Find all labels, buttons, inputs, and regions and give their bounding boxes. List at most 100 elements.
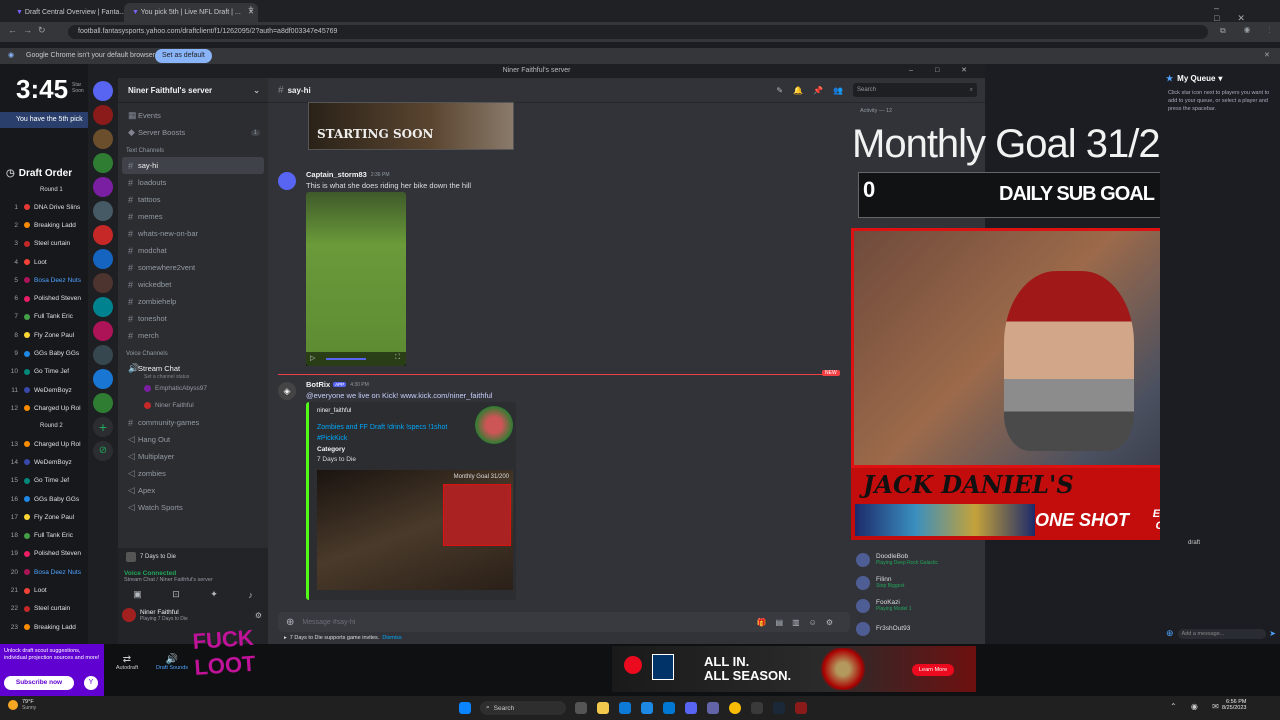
video-controls[interactable]: ▷ ⛶	[306, 352, 406, 366]
draft-order-row[interactable]: 22 Steel curtain	[0, 600, 88, 618]
draft-order-row[interactable]: 4 Loot	[0, 253, 88, 271]
draft-order-row[interactable]: 19 Polished Steven	[0, 545, 88, 563]
server-icon[interactable]	[93, 273, 113, 293]
set-default-button[interactable]: Set as default	[155, 49, 212, 63]
draft-order-row[interactable]: 11 WeDemBoyz	[0, 381, 88, 399]
channel-item-modchat[interactable]: # modchat	[118, 242, 268, 259]
channel-item-wickedbet[interactable]: # wickedbet	[118, 276, 268, 293]
draft-order-row[interactable]: 2 Breaking Ladd	[0, 216, 88, 234]
new-tab-icon[interactable]: +	[248, 4, 254, 15]
screen-share-icon[interactable]: ⊡	[172, 589, 180, 600]
discord-home-icon[interactable]	[93, 81, 113, 101]
chat-input[interactable]: Add a message...	[1177, 628, 1267, 639]
file-explorer-icon[interactable]	[597, 702, 609, 714]
system-tray-icons[interactable]: ⌃ ◉ ✉	[1170, 702, 1225, 711]
server-icon[interactable]	[93, 369, 113, 389]
outlook-icon[interactable]	[663, 702, 675, 714]
add-server-icon[interactable]: +	[93, 417, 113, 437]
nav-buttons[interactable]: ←→↻	[8, 25, 52, 36]
channel-item-merch[interactable]: # merch	[118, 327, 268, 344]
soundboard-icon[interactable]: ♪	[248, 590, 253, 600]
message-author[interactable]: BotRix	[306, 380, 330, 389]
close-infobar-icon[interactable]: ✕	[1264, 51, 1270, 59]
chevron-down-icon[interactable]: ⌄	[253, 86, 260, 95]
draft-order-row[interactable]: 1 DNA Drive Slins	[0, 198, 88, 216]
draft-order-row[interactable]: 12 Charged Up Rol	[0, 399, 88, 417]
member-item[interactable]: Filinn Stop Biggest	[850, 571, 980, 594]
activity-icon[interactable]: ✦	[210, 589, 218, 600]
text-channels-category[interactable]: Text Channels	[118, 145, 268, 157]
draft-order-row[interactable]: 23 Breaking Ladd	[0, 618, 88, 636]
draft-order-row[interactable]: 5 Bosa Deez Nuts	[0, 271, 88, 289]
channel-item[interactable]: ◁ zombies	[118, 465, 268, 482]
video-progress[interactable]	[326, 358, 366, 360]
server-icon[interactable]	[93, 153, 113, 173]
steam-icon[interactable]	[773, 702, 785, 714]
channel-item-zombiehelp[interactable]: # zombiehelp	[118, 293, 268, 310]
windows-start-icon[interactable]	[459, 702, 471, 714]
voice-user[interactable]: EmphaticAbyss97	[118, 380, 268, 397]
embed-title[interactable]: Zombies and FF Draft !drink !specs !1sho…	[317, 422, 457, 444]
header-toolbar-icons[interactable]: ✎🔔📌👥	[776, 86, 853, 95]
url-field[interactable]: football.fantasysports.yahoo.com/draftcl…	[68, 25, 1208, 39]
learn-more-button[interactable]: Learn More	[912, 664, 955, 676]
chrome-taskbar-icon[interactable]	[729, 702, 741, 714]
server-name[interactable]: Niner Faithful's server	[128, 86, 212, 95]
draft-order-row[interactable]: 7 Full Tank Eric	[0, 308, 88, 326]
server-icon[interactable]	[93, 201, 113, 221]
events-item[interactable]: ▦ Events	[118, 107, 268, 124]
draft-order-row[interactable]: 9 GGs Baby GGs	[0, 344, 88, 362]
channel-item[interactable]: ◁ Watch Sports	[118, 499, 268, 516]
play-icon[interactable]: ▷	[310, 354, 315, 362]
edge-icon[interactable]	[619, 702, 631, 714]
add-attachment-icon[interactable]: ⊕	[286, 617, 294, 628]
window-controls[interactable]: –□✕	[1214, 3, 1280, 24]
discord-taskbar-icon[interactable]	[685, 702, 697, 714]
bot-avatar[interactable]: ◈	[278, 382, 296, 400]
message-author[interactable]: Captain_storm83	[306, 170, 367, 179]
camera-icon[interactable]: ▣	[133, 589, 142, 600]
draft-order-row[interactable]: 16 GGs Baby GGs	[0, 490, 88, 508]
server-icon[interactable]	[93, 225, 113, 245]
discord-window-controls[interactable]: – □ ✕	[909, 64, 977, 78]
server-icon[interactable]	[93, 345, 113, 365]
explore-servers-icon[interactable]: ⊘	[93, 441, 113, 461]
channel-item[interactable]: ◁ Apex	[118, 482, 268, 499]
subscribe-button[interactable]: Subscribe now	[4, 676, 74, 690]
voice-user[interactable]: Niner Faithful	[118, 397, 268, 414]
server-icon[interactable]	[93, 129, 113, 149]
send-icon[interactable]: ➤	[1269, 629, 1276, 638]
voice-channels-category[interactable]: Voice Channels	[118, 348, 268, 360]
channel-item-somewhere2vent[interactable]: # somewhere2vent	[118, 259, 268, 276]
draft-order-row[interactable]: 3 Steel curtain	[0, 235, 88, 253]
boosts-item[interactable]: ◆ Server Boosts 1	[118, 124, 268, 141]
store-icon[interactable]	[641, 702, 653, 714]
server-icon[interactable]	[93, 393, 113, 413]
search-input[interactable]: Search ⌕	[853, 83, 977, 97]
server-icon[interactable]	[93, 321, 113, 341]
server-icon[interactable]	[93, 177, 113, 197]
avatar[interactable]	[122, 608, 136, 622]
server-icon[interactable]	[93, 297, 113, 317]
channel-item-memes[interactable]: # memes	[118, 208, 268, 225]
draft-order-row[interactable]: 6 Polished Steven	[0, 289, 88, 307]
video-attachment[interactable]: ▷ ⛶	[306, 192, 406, 366]
settings-gear-icon[interactable]: ⚙	[255, 611, 262, 620]
channel-item[interactable]: ◁ Multiplayer	[118, 448, 268, 465]
browser-tab-live-draft[interactable]: ▼ You pick 5th | Live NFL Draft | ... ✕	[124, 3, 258, 22]
task-view-icon[interactable]	[575, 702, 587, 714]
draft-order-row[interactable]: 14 WeDemBoyz	[0, 453, 88, 471]
obs-icon[interactable]	[751, 702, 763, 714]
draft-order-row[interactable]: 21 Loot	[0, 581, 88, 599]
channel-item-toneshot[interactable]: # toneshot	[118, 310, 268, 327]
server-icon[interactable]	[93, 249, 113, 269]
member-item[interactable]: DoodleBob Playing Deep Rock Galactic	[850, 548, 980, 571]
add-icon[interactable]: ⊕	[1166, 628, 1174, 639]
draft-order-row[interactable]: 20 Bosa Deez Nuts	[0, 563, 88, 581]
draft-order-row[interactable]: 10 Go Time Jef	[0, 363, 88, 381]
draft-order-row[interactable]: 8 Fly Zone Paul	[0, 326, 88, 344]
draft-sounds-control[interactable]: 🔊 Draft Sounds	[152, 654, 192, 671]
channel-item-tattoos[interactable]: # tattoos	[118, 191, 268, 208]
channel-item[interactable]: # community-games	[118, 414, 268, 431]
member-item[interactable]: Fr3shOut93	[850, 617, 980, 640]
